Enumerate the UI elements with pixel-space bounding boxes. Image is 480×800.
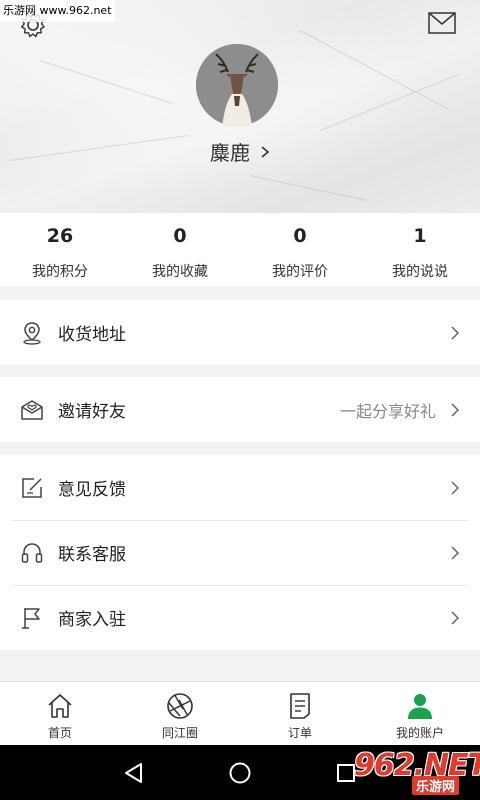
menu-item-address[interactable]: 收货地址 bbox=[0, 300, 480, 365]
site-logo: 962.NET 乐游网 bbox=[340, 746, 480, 800]
stat-label: 我的收藏 bbox=[152, 264, 208, 280]
menu-item-merchant[interactable]: 商家入驻 bbox=[0, 585, 480, 650]
chevron-right-icon bbox=[451, 480, 460, 495]
bottom-tab-bar: 首页 同江圈 订单 我的账户 bbox=[0, 681, 480, 745]
aperture-icon bbox=[167, 693, 193, 719]
watermark: 乐游网 www.962.net bbox=[0, 0, 115, 22]
stat-points[interactable]: 26 我的积分 bbox=[0, 213, 120, 286]
stat-reviews[interactable]: 0 我的评价 bbox=[240, 213, 360, 286]
stat-label: 我的评价 bbox=[272, 264, 328, 280]
back-triangle-icon[interactable] bbox=[122, 761, 146, 785]
logo-subtext: 乐游网 bbox=[412, 776, 460, 795]
chevron-right-icon bbox=[451, 402, 460, 417]
mail-icon[interactable] bbox=[428, 12, 456, 34]
profile-header: 麋鹿 bbox=[0, 0, 480, 213]
edit-note-icon bbox=[20, 476, 44, 500]
stat-value: 0 bbox=[293, 225, 307, 247]
chevron-right-icon bbox=[451, 610, 460, 625]
tab-label: 首页 bbox=[47, 726, 72, 740]
stat-posts[interactable]: 1 我的说说 bbox=[360, 213, 480, 286]
username: 麋鹿 bbox=[210, 141, 250, 165]
invite-hint: 一起分享好礼 bbox=[339, 401, 436, 421]
stat-favorites[interactable]: 0 我的收藏 bbox=[120, 213, 240, 286]
stat-value: 26 bbox=[46, 225, 74, 247]
menu-item-service[interactable]: 联系客服 bbox=[0, 520, 480, 585]
chevron-right-icon bbox=[261, 145, 270, 158]
tab-home[interactable]: 首页 bbox=[0, 682, 120, 745]
avatar[interactable] bbox=[196, 44, 278, 126]
chevron-right-icon bbox=[451, 325, 460, 340]
profile-name-row[interactable]: 麋鹿 bbox=[0, 137, 480, 166]
menu-item-feedback[interactable]: 意见反馈 bbox=[0, 455, 480, 520]
stat-label: 我的积分 bbox=[32, 264, 88, 280]
menu-label: 联系客服 bbox=[58, 545, 126, 565]
address-card: 收货地址 bbox=[0, 300, 480, 365]
flag-icon bbox=[20, 606, 44, 630]
menu-label: 邀请好友 bbox=[58, 402, 126, 422]
stat-value: 0 bbox=[173, 225, 187, 247]
tab-label: 订单 bbox=[287, 726, 312, 740]
stat-value: 1 bbox=[413, 225, 427, 247]
home-circle-icon[interactable] bbox=[228, 761, 252, 785]
home-icon bbox=[48, 694, 72, 718]
tab-orders[interactable]: 订单 bbox=[240, 682, 360, 745]
menu-label: 收货地址 bbox=[58, 325, 126, 345]
menu-label: 商家入驻 bbox=[58, 610, 126, 630]
stats-bar: 26 我的积分 0 我的收藏 0 我的评价 1 我的说说 bbox=[0, 213, 480, 286]
user-icon bbox=[408, 694, 432, 719]
invite-card: 邀请好友 一起分享好礼 bbox=[0, 377, 480, 442]
stat-label: 我的说说 bbox=[392, 264, 448, 280]
menu-label: 意见反馈 bbox=[58, 480, 126, 500]
order-icon bbox=[290, 693, 310, 719]
support-card: 意见反馈 联系客服 商家入驻 bbox=[0, 455, 480, 650]
location-pin-icon bbox=[20, 321, 44, 345]
headset-icon bbox=[20, 541, 44, 565]
menu-item-invite[interactable]: 邀请好友 一起分享好礼 bbox=[0, 377, 480, 442]
tab-label: 我的账户 bbox=[395, 726, 444, 740]
tab-label: 同江圈 bbox=[161, 726, 198, 740]
chevron-right-icon bbox=[451, 545, 460, 560]
tab-account[interactable]: 我的账户 bbox=[360, 682, 480, 745]
tab-circle[interactable]: 同江圈 bbox=[120, 682, 240, 745]
gift-envelope-icon bbox=[20, 398, 44, 422]
